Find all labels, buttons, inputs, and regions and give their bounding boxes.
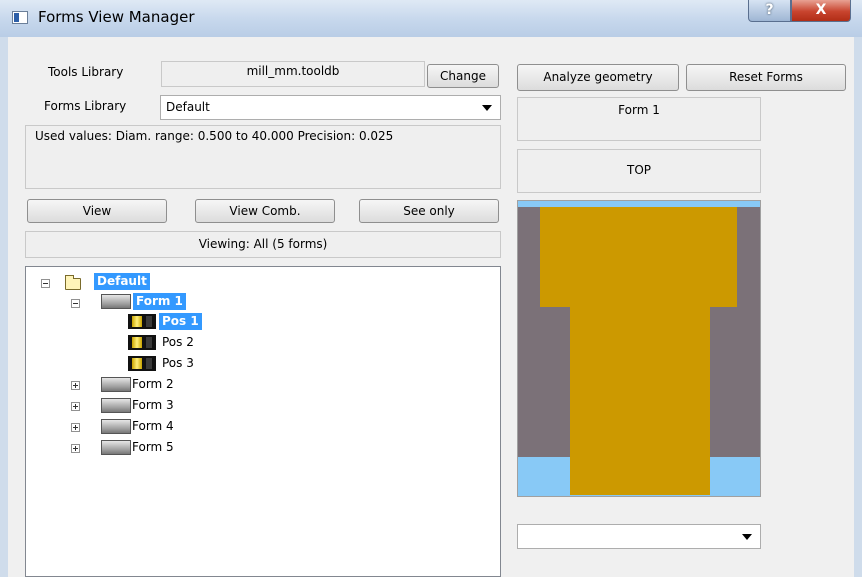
- collapse-icon[interactable]: [41, 279, 50, 288]
- expand-icon[interactable]: [71, 444, 80, 453]
- viewing-status: Viewing: All (5 forms): [25, 231, 501, 258]
- preview-form-name: Form 1: [517, 97, 761, 141]
- form-preview-graphic: [518, 201, 760, 496]
- tree-node-form[interactable]: Form 2: [129, 376, 177, 393]
- tree-node-form[interactable]: Form 1: [133, 293, 186, 310]
- tools-library-field: mill_mm.tooldb: [161, 61, 425, 87]
- forms-library-value: Default: [166, 100, 210, 114]
- forms-library-label: Forms Library: [44, 99, 127, 113]
- expand-icon[interactable]: [71, 381, 80, 390]
- tree-node-position[interactable]: Pos 1: [159, 313, 202, 330]
- window-icon: [12, 11, 28, 24]
- change-button[interactable]: Change: [427, 64, 499, 88]
- see-only-button[interactable]: See only: [359, 199, 499, 223]
- folder-icon: [65, 275, 81, 290]
- expand-icon[interactable]: [71, 423, 80, 432]
- tools-library-label: Tools Library: [48, 65, 124, 79]
- used-values-text: Used values: Diam. range: 0.500 to 40.00…: [35, 129, 394, 143]
- tree-node-position[interactable]: Pos 3: [159, 355, 197, 372]
- tree-node-form[interactable]: Form 3: [129, 397, 177, 414]
- tree-node-position[interactable]: Pos 2: [159, 334, 197, 351]
- position-icon: [128, 335, 156, 350]
- view-select[interactable]: [517, 524, 761, 549]
- tree-node-default[interactable]: Default: [94, 273, 150, 290]
- tree-node-form[interactable]: Form 5: [129, 439, 177, 456]
- form-icon: [101, 419, 131, 434]
- tree-node-form[interactable]: Form 4: [129, 418, 177, 435]
- window-title: Forms View Manager: [38, 8, 195, 26]
- reset-forms-button[interactable]: Reset Forms: [686, 64, 846, 91]
- view-comb-button[interactable]: View Comb.: [195, 199, 335, 223]
- position-icon: [128, 314, 156, 329]
- used-values-box: Used values: Diam. range: 0.500 to 40.00…: [25, 125, 501, 189]
- stock-top: [518, 201, 760, 207]
- close-button[interactable]: X: [791, 0, 851, 22]
- form-icon: [101, 398, 131, 413]
- title-bar: Forms View Manager ? X: [0, 0, 862, 37]
- form-preview: [517, 200, 761, 497]
- form-icon: [101, 294, 131, 309]
- help-button[interactable]: ?: [748, 0, 791, 22]
- view-button[interactable]: View: [27, 199, 167, 223]
- form-icon: [101, 377, 131, 392]
- analyze-geometry-button[interactable]: Analyze geometry: [517, 64, 679, 91]
- collapse-icon[interactable]: [71, 299, 80, 308]
- form-icon: [101, 440, 131, 455]
- position-icon: [128, 356, 156, 371]
- preview-view-name: TOP: [517, 149, 761, 193]
- forms-tree[interactable]: Default Form 1 Pos 1 Pos 2 Pos 3 Form 2 …: [25, 266, 501, 577]
- chevron-down-icon: [742, 534, 752, 540]
- chevron-down-icon: [482, 105, 492, 111]
- expand-icon[interactable]: [71, 402, 80, 411]
- dialog-body: Tools Library mill_mm.tooldb Change Form…: [8, 37, 854, 577]
- forms-library-select[interactable]: Default: [160, 95, 501, 120]
